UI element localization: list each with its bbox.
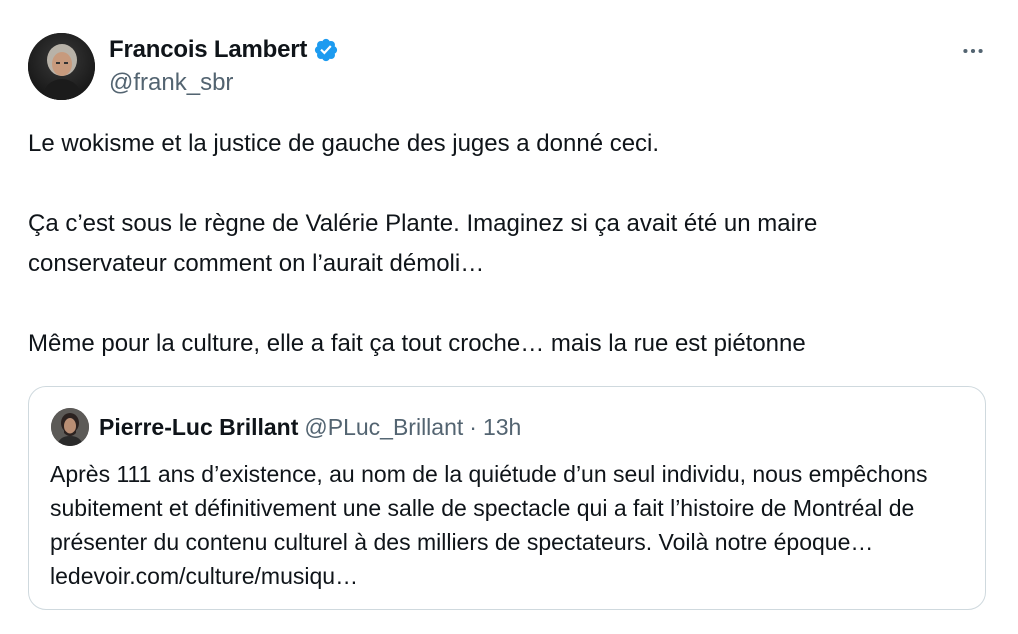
tweet-paragraph: Ça c’est sous le règne de Valérie Plante… <box>28 210 818 277</box>
quoted-tweet-text: Après 111 ans d’existence, au nom de la … <box>50 461 928 589</box>
quoted-tweet[interactable]: Pierre-Luc Brillant @PLuc_Brillant · 13h… <box>28 386 986 610</box>
tweet-header: Francois Lambert @frank_sbr <box>28 32 339 100</box>
tweet-card: Francois Lambert @frank_sbr Le wokisme e… <box>0 0 1018 634</box>
verified-badge-icon[interactable] <box>313 37 339 63</box>
quoted-author-display-name[interactable]: Pierre-Luc Brillant <box>99 414 298 441</box>
tweet-paragraph: Même pour la culture, elle a fait ça tou… <box>28 330 806 357</box>
quoted-author-avatar[interactable] <box>51 408 89 446</box>
more-horizontal-icon <box>963 48 983 54</box>
separator-dot: · <box>469 413 477 440</box>
quoted-author-photo-icon <box>51 408 89 446</box>
quoted-author-handle[interactable]: @PLuc_Brillant <box>304 414 463 441</box>
author-handle[interactable]: @frank_sbr <box>109 67 339 99</box>
tweet-text: Le wokisme et la justice de gauche des j… <box>28 124 988 364</box>
quoted-tweet-header: Pierre-Luc Brillant @PLuc_Brillant · 13h <box>51 407 521 447</box>
author-names: Francois Lambert @frank_sbr <box>109 33 339 99</box>
author-avatar[interactable] <box>28 32 95 100</box>
tweet-paragraph: Le wokisme et la justice de gauche des j… <box>28 130 660 157</box>
author-photo-icon <box>28 32 95 100</box>
author-display-name[interactable]: Francois Lambert <box>109 36 307 64</box>
name-row: Francois Lambert <box>109 33 339 67</box>
more-options-button[interactable] <box>958 36 988 66</box>
quoted-timestamp[interactable]: 13h <box>483 414 521 441</box>
